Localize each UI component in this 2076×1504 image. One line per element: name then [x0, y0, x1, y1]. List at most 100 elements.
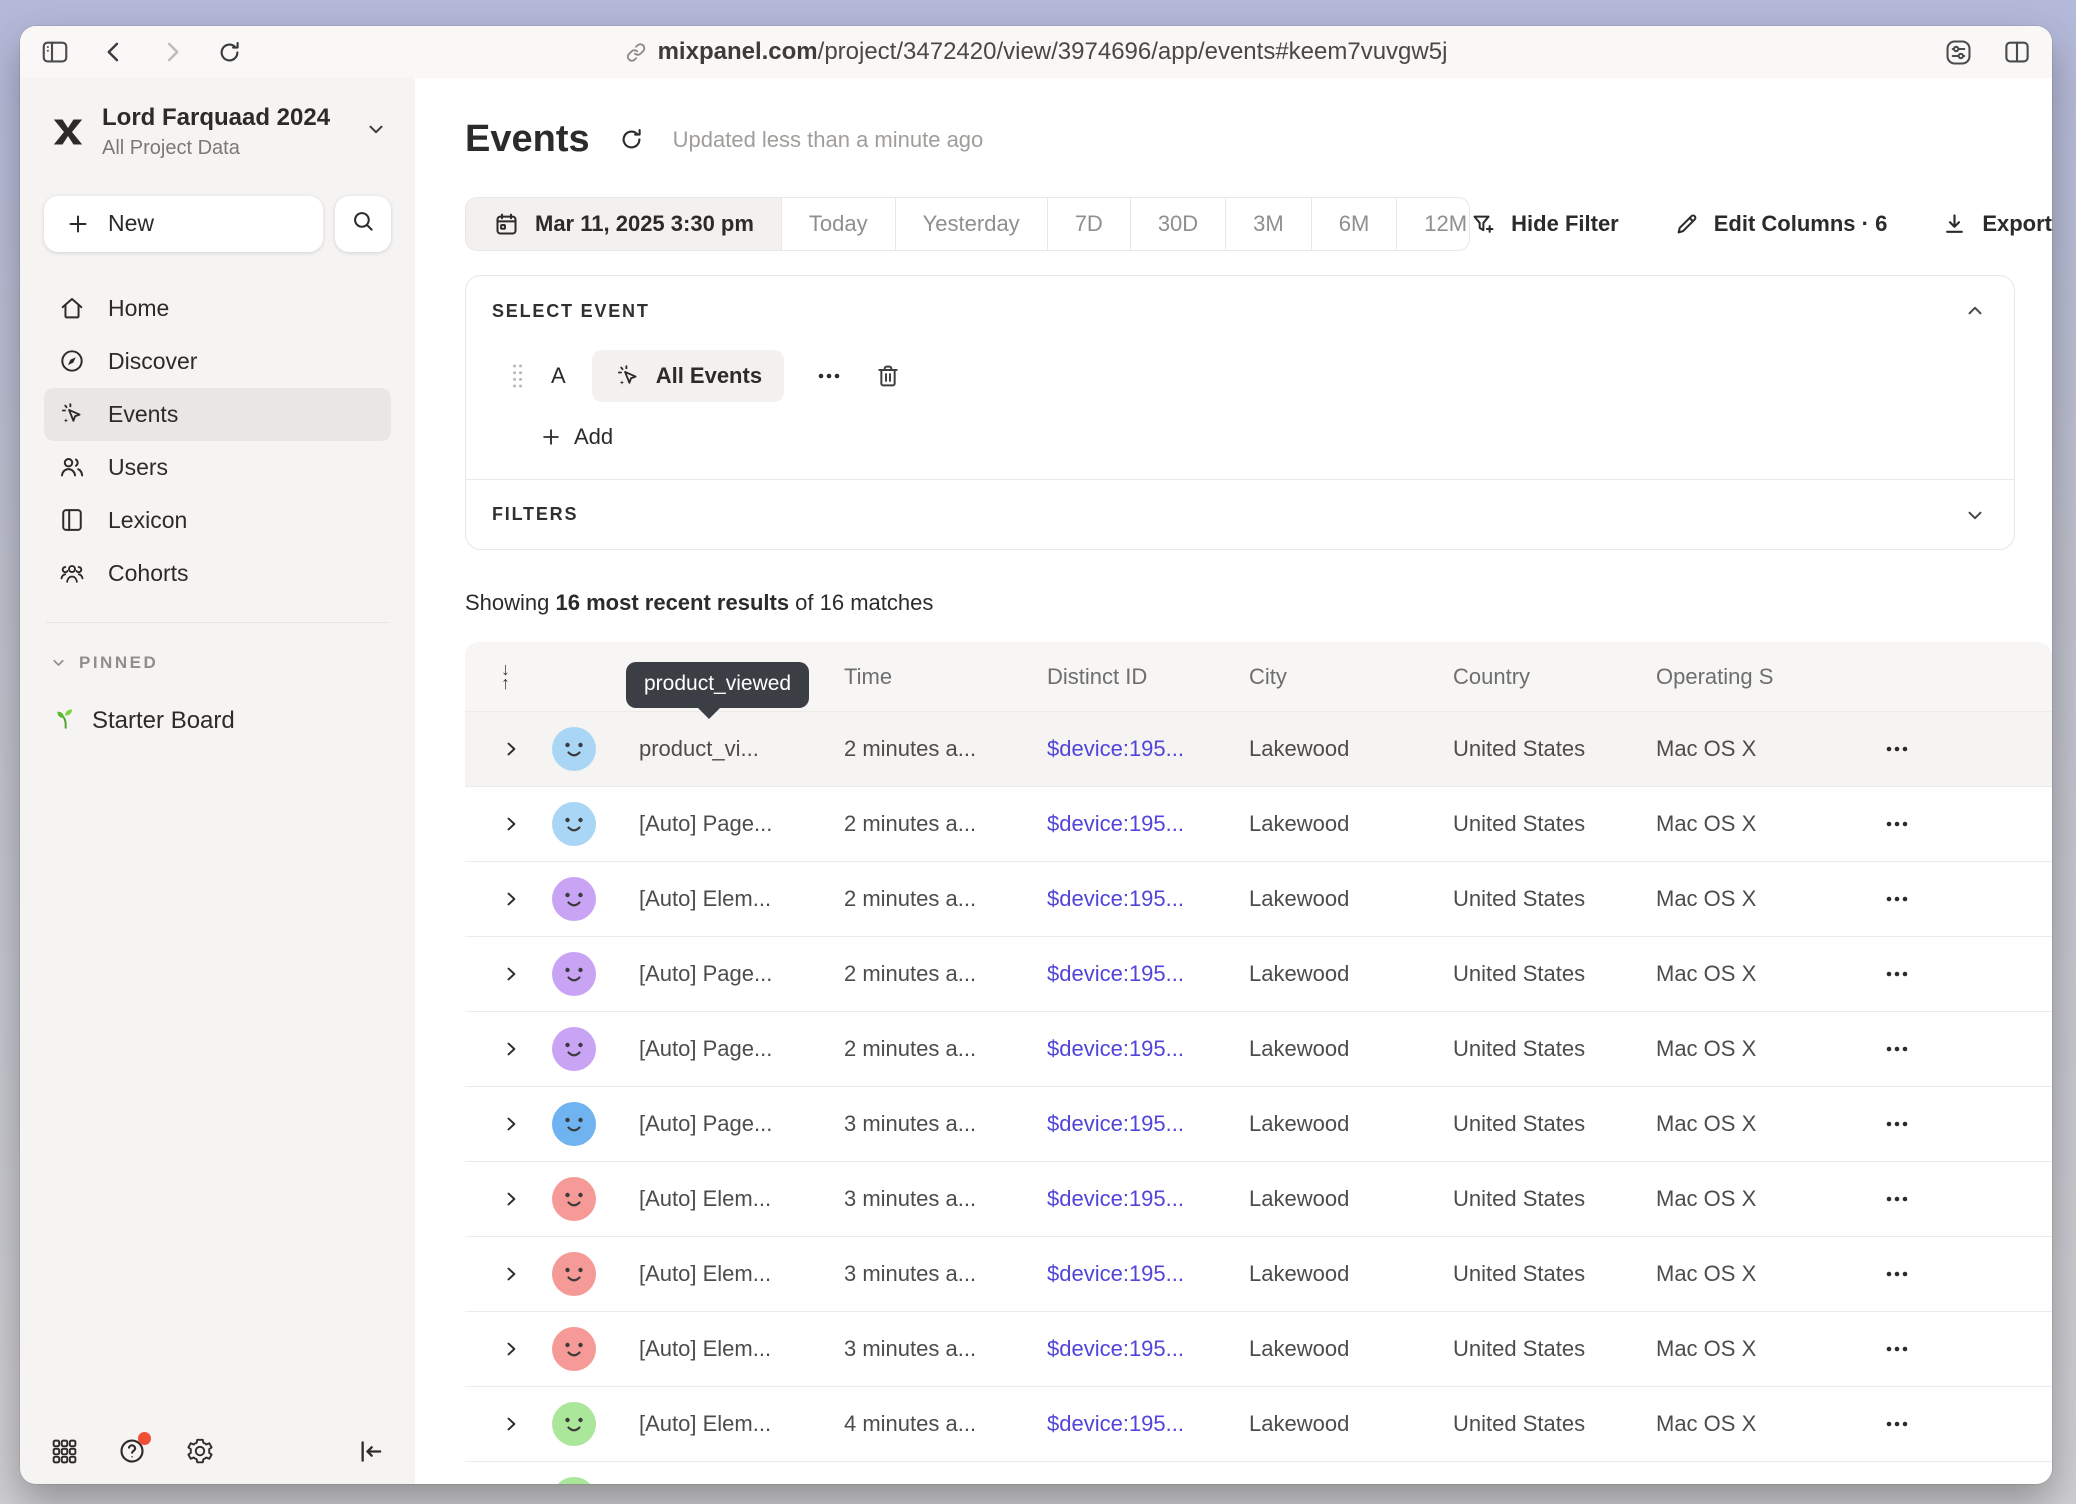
distinct-id-link[interactable]: $device:195... [1047, 1411, 1249, 1437]
row-more-options-icon[interactable] [1878, 738, 2052, 760]
event-name-cell: [Auto] Elem... [611, 886, 844, 912]
os-cell: Mac OS X [1656, 736, 1876, 762]
table-row[interactable]: [Auto] Elem... 3 minutes a... $device:19… [465, 1162, 2052, 1237]
country-cell: United States [1453, 1411, 1656, 1437]
sidebar-item-events[interactable]: Events [44, 388, 391, 441]
row-more-options-icon[interactable] [1878, 1338, 2052, 1360]
row-more-options-icon[interactable] [1878, 813, 2052, 835]
table-row[interactable]: [Auto] Page... 3 minutes a... $device:19… [465, 1087, 2052, 1162]
expand-row-icon[interactable] [501, 1264, 535, 1284]
sidebar-item-discover[interactable]: Discover [44, 335, 391, 388]
event-avatar [552, 727, 596, 771]
preset-7d[interactable]: 7D [1047, 198, 1130, 250]
table-row[interactable] [465, 1462, 2052, 1484]
expand-row-icon[interactable] [501, 1414, 535, 1434]
sort-icon[interactable]: ↓↑ [501, 663, 521, 690]
distinct-id-link[interactable]: $device:195... [1047, 886, 1249, 912]
row-more-options-icon[interactable] [1878, 1413, 2052, 1435]
expand-row-icon[interactable] [501, 1339, 535, 1359]
row-more-options-icon[interactable] [1878, 1263, 2052, 1285]
edit-columns-button[interactable]: Edit Columns · 6 [1673, 211, 1888, 238]
time-cell: 4 minutes a... [844, 1411, 1047, 1437]
os-cell: Mac OS X [1656, 1411, 1876, 1437]
hide-filter-button[interactable]: Hide Filter [1470, 211, 1619, 238]
time-cell: 2 minutes a... [844, 736, 1047, 762]
city-cell: Lakewood [1249, 736, 1453, 762]
expand-row-icon[interactable] [501, 1114, 535, 1134]
link-icon [625, 41, 648, 64]
apps-grid-icon[interactable] [50, 1437, 79, 1466]
distinct-id-link[interactable]: $device:195... [1047, 1186, 1249, 1212]
expand-row-icon[interactable] [501, 814, 535, 834]
table-row[interactable]: [Auto] Elem... 3 minutes a... $device:19… [465, 1237, 2052, 1312]
preset-today[interactable]: Today [781, 198, 895, 250]
row-more-options-icon[interactable] [1878, 888, 2052, 910]
distinct-id-link[interactable]: $device:195... [1047, 1336, 1249, 1362]
page-settings-icon[interactable] [1943, 37, 1974, 68]
reload-icon[interactable] [216, 39, 243, 66]
trash-icon[interactable] [874, 362, 902, 390]
new-button[interactable]: New [44, 196, 323, 252]
export-button[interactable]: Export [1941, 211, 2052, 238]
event-avatar [552, 877, 596, 921]
preset-12m[interactable]: 12M [1396, 198, 1470, 250]
add-event-button[interactable]: Add [540, 424, 613, 450]
drag-handle-icon[interactable] [510, 362, 525, 390]
refresh-icon[interactable] [618, 126, 645, 153]
table-row[interactable]: [Auto] Elem... 3 minutes a... $device:19… [465, 1312, 2052, 1387]
date-range-selected[interactable]: Mar 11, 2025 3:30 pm [466, 198, 781, 250]
distinct-id-link[interactable]: $device:195... [1047, 961, 1249, 987]
table-row[interactable]: product_vi... 2 minutes a... $device:195… [465, 712, 2052, 787]
pinned-item-starter-board[interactable]: Starter Board [44, 705, 391, 738]
sidebar-toggle-icon[interactable] [40, 37, 70, 67]
search-button[interactable] [335, 196, 391, 252]
event-more-options-icon[interactable] [810, 365, 848, 387]
help-icon[interactable] [117, 1436, 147, 1466]
sidebar-item-users[interactable]: Users [44, 441, 391, 494]
distinct-id-link[interactable]: $device:195... [1047, 1036, 1249, 1062]
expand-row-icon[interactable] [501, 1189, 535, 1209]
preset-6m[interactable]: 6M [1311, 198, 1397, 250]
split-view-icon[interactable] [2002, 37, 2032, 67]
table-row[interactable]: [Auto] Page... 2 minutes a... $device:19… [465, 1012, 2052, 1087]
chevron-down-icon[interactable] [1964, 504, 1986, 526]
chevron-up-icon[interactable] [1964, 300, 1986, 322]
row-more-options-icon[interactable] [1878, 1188, 2052, 1210]
sidebar-item-lexicon[interactable]: Lexicon [44, 494, 391, 547]
table-row[interactable]: [Auto] Elem... 2 minutes a... $device:19… [465, 862, 2052, 937]
expand-row-icon[interactable] [501, 889, 535, 909]
sidebar-item-cohorts[interactable]: Cohorts [44, 547, 391, 600]
url-text: mixpanel.com/project/3472420/view/397469… [658, 38, 1448, 66]
expand-row-icon[interactable] [501, 964, 535, 984]
expand-row-icon[interactable] [501, 739, 535, 759]
preset-yesterday[interactable]: Yesterday [895, 198, 1047, 250]
os-cell: Mac OS X [1656, 811, 1876, 837]
gear-icon[interactable] [185, 1436, 215, 1466]
collapse-sidebar-icon[interactable] [356, 1437, 385, 1466]
events-table: product_viewed ↓↑ Time Distinct ID City … [465, 642, 2052, 1484]
table-row[interactable]: [Auto] Page... 2 minutes a... $device:19… [465, 937, 2052, 1012]
distinct-id-link[interactable]: $device:195... [1047, 1261, 1249, 1287]
table-row[interactable]: [Auto] Elem... 4 minutes a... $device:19… [465, 1387, 2052, 1462]
distinct-id-link[interactable]: $device:195... [1047, 811, 1249, 837]
project-subtitle: All Project Data [102, 136, 330, 160]
back-arrow-icon[interactable] [100, 38, 128, 66]
os-cell: Mac OS X [1656, 1186, 1876, 1212]
preset-30d[interactable]: 30D [1130, 198, 1225, 250]
table-row[interactable]: [Auto] Page... 2 minutes a... $device:19… [465, 787, 2052, 862]
pinned-section-toggle[interactable]: PINNED [44, 653, 391, 673]
event-selector-pill[interactable]: All Events [592, 350, 784, 402]
sidebar-bottom-bar [44, 1436, 391, 1466]
row-more-options-icon[interactable] [1878, 963, 2052, 985]
row-more-options-icon[interactable] [1878, 1038, 2052, 1060]
date-range-control: Mar 11, 2025 3:30 pm Today Yesterday 7D … [465, 197, 1470, 251]
preset-3m[interactable]: 3M [1225, 198, 1311, 250]
expand-row-icon[interactable] [501, 1039, 535, 1059]
distinct-id-link[interactable]: $device:195... [1047, 736, 1249, 762]
sidebar-item-home[interactable]: Home [44, 282, 391, 335]
address-bar[interactable]: mixpanel.com/project/3472420/view/397469… [625, 26, 1448, 78]
project-switcher[interactable]: Lord Farquaad 2024 All Project Data [44, 104, 391, 160]
sidebar-item-label: Home [108, 295, 169, 322]
row-more-options-icon[interactable] [1878, 1113, 2052, 1135]
distinct-id-link[interactable]: $device:195... [1047, 1111, 1249, 1137]
